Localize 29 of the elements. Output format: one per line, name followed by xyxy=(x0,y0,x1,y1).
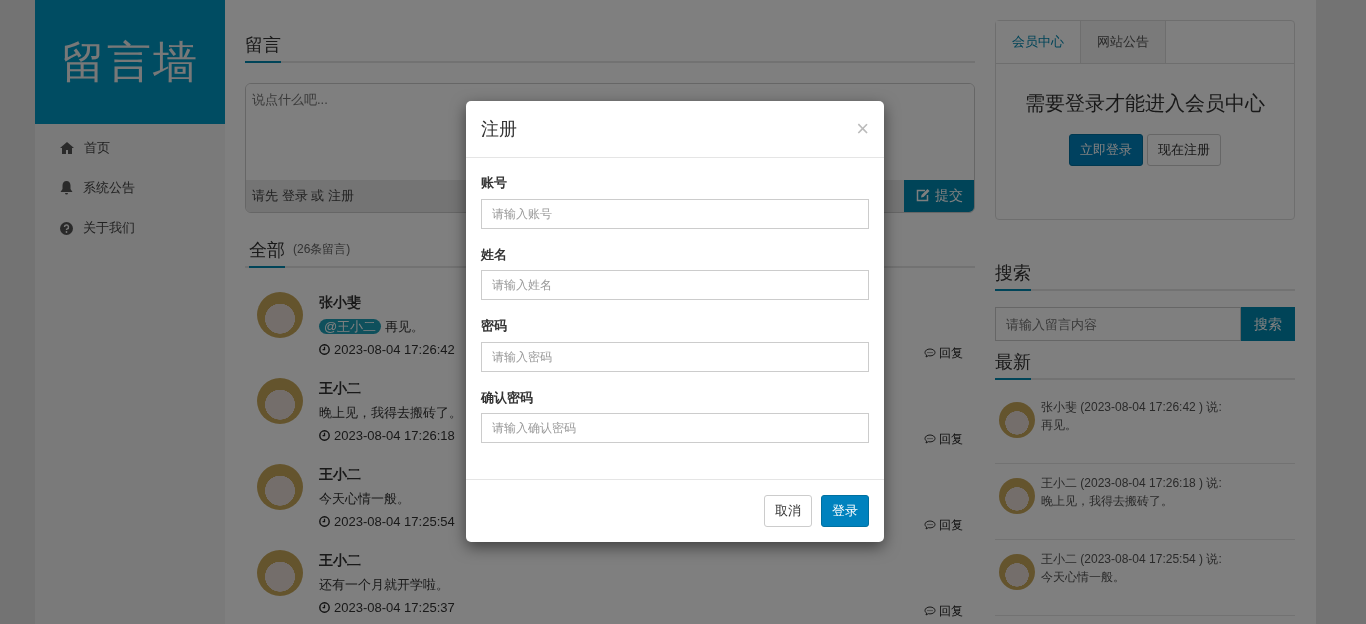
timestamp: 2023-08-04 17:25:37 xyxy=(334,599,455,617)
author-name: 王小二 xyxy=(319,378,361,398)
field-label: 密码 xyxy=(481,317,508,335)
login-prompt: 请先 登录 或 注册 xyxy=(252,186,354,205)
section-title: 搜索 xyxy=(995,260,1031,291)
timestamp: 2023-08-04 17:26:42 xyxy=(334,341,455,359)
post-text: 晚上见，我得去搬砖了。 xyxy=(1041,493,1174,510)
author-name: 王小二 xyxy=(319,464,361,484)
section-title: 全部 xyxy=(249,236,285,268)
field-label: 确认密码 xyxy=(481,388,534,407)
post-text: 再见。 xyxy=(1041,417,1078,434)
field-label: 账号 xyxy=(481,174,508,192)
message-count: (26条留言) xyxy=(293,240,351,258)
section-title: 最新 xyxy=(995,349,1031,380)
author-name: 张小斐 xyxy=(319,292,361,312)
message-text: @王小二 再见。 xyxy=(319,316,425,336)
post-header: 王小二 (2023-08-04 17:26:18 ) 说: xyxy=(1041,475,1222,492)
author-name: 王小二 xyxy=(319,550,361,570)
dialog-title: 注册 xyxy=(481,117,517,141)
timestamp: 2023-08-04 17:25:54 xyxy=(334,513,455,531)
message-text: 晚上见，我得去搬砖了。 xyxy=(319,403,462,422)
site-logo: 留言墙 xyxy=(35,0,225,124)
timestamp: 2023-08-04 17:26:18 xyxy=(334,427,455,445)
post-header: 王小二 (2023-08-04 17:25:54 ) 说: xyxy=(1041,551,1222,568)
post-text: 今天心情一般。 xyxy=(1041,569,1126,586)
login-required-text: 需要登录才能进入会员中心 xyxy=(1024,91,1266,116)
section-title: 留言 xyxy=(245,32,281,63)
field-label: 姓名 xyxy=(481,245,508,264)
post-header: 张小斐 (2023-08-04 17:26:42 ) 说: xyxy=(1041,399,1222,416)
